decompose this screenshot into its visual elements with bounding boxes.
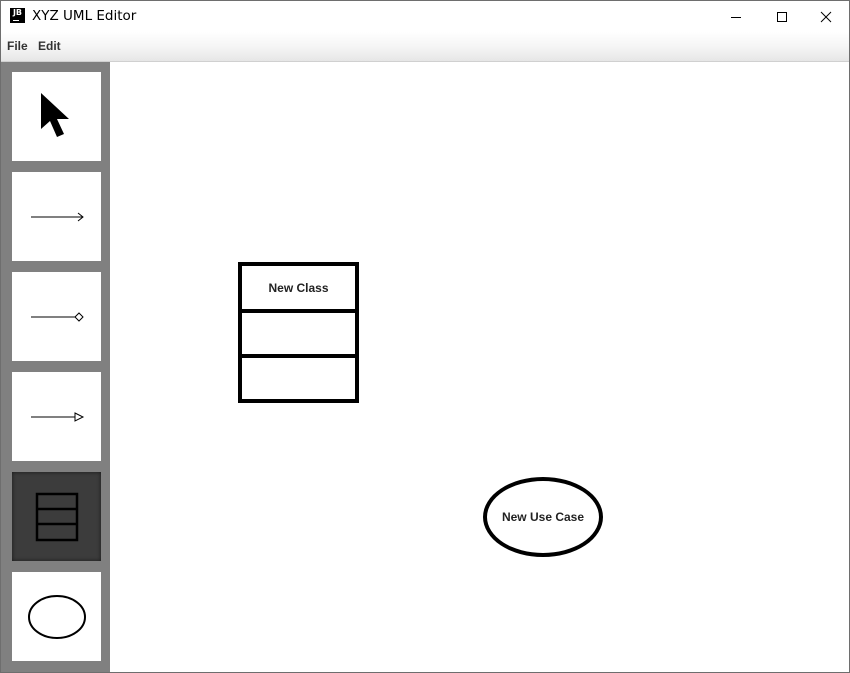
minimize-icon — [731, 16, 741, 18]
class-shape-icon — [35, 492, 78, 541]
association-line-tool-button[interactable] — [12, 172, 101, 261]
use-case-tool-button[interactable] — [12, 572, 101, 661]
use-case-object[interactable]: New Use Case — [483, 477, 603, 557]
close-icon — [820, 11, 832, 22]
diagram-canvas[interactable]: New Class New Use Case — [110, 62, 849, 672]
uml-class-object[interactable]: New Class — [238, 262, 359, 403]
composition-line-icon — [30, 311, 84, 322]
association-line-icon — [30, 212, 84, 221]
menu-bar: File Edit — [1, 32, 849, 62]
class-name-compartment: New Class — [242, 266, 355, 313]
generalization-line-tool-button[interactable] — [12, 372, 101, 461]
composition-line-tool-button[interactable] — [12, 272, 101, 361]
app-window: JB XYZ UML Editor File Edit New Class Ne… — [0, 0, 850, 673]
class-name-label: New Class — [268, 280, 329, 295]
menu-edit[interactable]: Edit — [38, 39, 61, 53]
app-icon-text: JB — [12, 8, 23, 17]
generalization-line-icon — [30, 411, 84, 422]
app-icon: JB — [10, 8, 25, 23]
select-tool-button[interactable] — [12, 72, 101, 161]
title-bar[interactable]: JB XYZ UML Editor — [1, 1, 849, 32]
menu-file[interactable]: File — [7, 39, 28, 53]
use-case-ellipse-icon — [27, 594, 86, 639]
class-tool-button[interactable] — [12, 472, 101, 561]
maximize-icon — [777, 11, 787, 22]
cursor-arrow-icon — [40, 92, 69, 137]
class-methods-compartment — [242, 358, 355, 399]
use-case-label: New Use Case — [501, 510, 585, 524]
close-button[interactable] — [803, 1, 849, 32]
window-title: XYZ UML Editor — [32, 8, 137, 24]
tool-palette — [1, 62, 110, 672]
class-attributes-compartment — [242, 313, 355, 358]
minimize-button[interactable] — [713, 1, 759, 32]
maximize-button[interactable] — [759, 1, 805, 32]
